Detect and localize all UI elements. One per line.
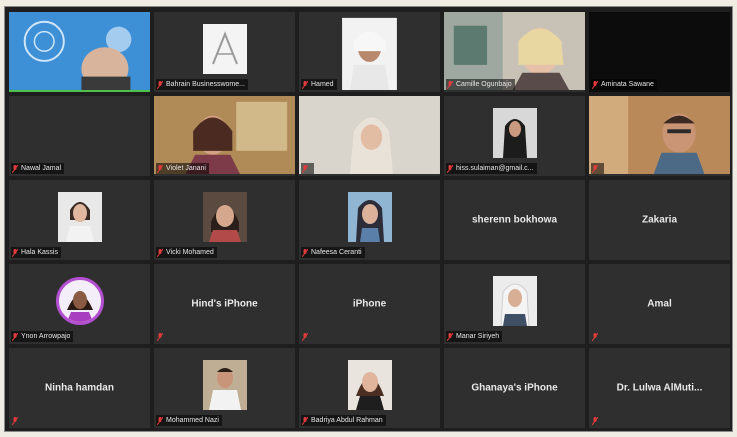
participant-name-label: Hamed <box>301 79 337 90</box>
participant-name-label: Camille Ogunbajo <box>446 79 515 90</box>
participant-tile[interactable]: Nafeesa Ceranti <box>299 180 440 260</box>
muted-mic-icon <box>157 333 163 341</box>
muted-mic-icon <box>447 332 453 341</box>
participant-tile[interactable]: Ninha hamdan <box>9 348 150 428</box>
participant-tile[interactable]: Violet Janani <box>154 96 295 176</box>
participant-name-label: Aminata Sawane <box>591 79 657 90</box>
muted-mic-icon <box>157 80 163 89</box>
participant-video <box>9 12 150 91</box>
muted-mic-icon <box>447 80 453 89</box>
participant-display-name: Hind's iPhone <box>191 298 258 310</box>
muted-mic-icon <box>12 417 18 425</box>
participant-tile[interactable]: Mohammed Nazi <box>154 348 295 428</box>
participant-display-name: Ninha hamdan <box>45 382 114 394</box>
participant-display-name: Zakaria <box>641 214 678 226</box>
muted-mic-icon <box>302 164 308 173</box>
participant-display-name: Ghanaya's iPhone <box>471 382 558 394</box>
participant-name-label: Mohammed Nazi <box>156 415 222 426</box>
participant-tile[interactable] <box>589 96 730 176</box>
muted-mic-icon <box>592 80 598 89</box>
participant-name-label: Vicki Mohamed <box>156 247 217 258</box>
participant-name-label: Violet Janani <box>156 163 209 174</box>
participant-name-label: Nafeesa Ceranti <box>301 247 365 258</box>
participant-tile[interactable]: sherenn bokhowa <box>444 180 585 260</box>
profile-photo <box>202 359 247 410</box>
profile-photo <box>492 107 537 158</box>
muted-mic-icon <box>447 164 453 173</box>
participant-tile[interactable]: Manar Siriyeh <box>444 264 585 344</box>
meeting-window: Bahrain Businesswome... Hamed Camille Og… <box>4 6 733 432</box>
participant-tile[interactable]: iPhone <box>299 264 440 344</box>
muted-mic-icon <box>302 333 308 341</box>
participant-name-label: Nawal Jamal <box>11 163 65 174</box>
participant-tile[interactable]: Dr. Lulwa AlMuti... <box>589 348 730 428</box>
participant-tile[interactable] <box>9 12 150 92</box>
participant-tile[interactable]: Camille Ogunbajo <box>444 12 585 92</box>
participant-tile[interactable]: Hala Kassis <box>9 180 150 260</box>
muted-mic-icon <box>302 80 308 89</box>
muted-mic-icon <box>302 248 308 257</box>
muted-mic-icon <box>12 164 18 173</box>
participant-display-name: iPhone <box>352 298 387 310</box>
participant-name-label: hiss.sulaiman@gmail.c... <box>446 163 537 174</box>
participant-display-name: sherenn bokhowa <box>471 214 557 226</box>
participant-video <box>299 96 440 175</box>
participant-name-label: Hala Kassis <box>11 247 61 258</box>
profile-photo <box>202 23 247 74</box>
profile-photo <box>347 191 392 242</box>
profile-photo <box>347 359 392 410</box>
participant-tile[interactable]: Bahrain Businesswome... <box>154 12 295 92</box>
profile-photo <box>57 191 102 242</box>
participant-tile[interactable]: Aminata Sawane <box>589 12 730 92</box>
participant-tile[interactable]: Hind's iPhone <box>154 264 295 344</box>
participant-tile[interactable] <box>299 96 440 176</box>
participant-tile[interactable]: Vicki Mohamed <box>154 180 295 260</box>
participant-name-label: Manar Siriyeh <box>446 331 503 342</box>
profile-photo <box>55 276 104 325</box>
participant-tile[interactable]: Badriya Abdul Rahman <box>299 348 440 428</box>
profile-photo <box>492 275 537 326</box>
participant-name-label: Ynon Arrowpajo <box>11 331 74 342</box>
participant-tile[interactable]: Amal <box>589 264 730 344</box>
participant-display-name: Amal <box>647 298 672 310</box>
participant-tile[interactable]: Zakaria <box>589 180 730 260</box>
participant-name-label <box>301 163 314 174</box>
muted-mic-icon <box>12 248 18 257</box>
participant-name-label: Badriya Abdul Rahman <box>301 415 386 426</box>
muted-mic-icon <box>302 416 308 425</box>
participant-display-name: Dr. Lulwa AlMuti... <box>616 382 703 394</box>
muted-mic-icon <box>592 333 598 341</box>
participant-tile[interactable]: Ghanaya's iPhone <box>444 348 585 428</box>
participant-tile[interactable]: Nawal Jamal <box>9 96 150 176</box>
muted-mic-icon <box>12 332 18 341</box>
participant-tile[interactable]: Hamed <box>299 12 440 92</box>
participant-tile[interactable]: Ynon Arrowpajo <box>9 264 150 344</box>
muted-mic-icon <box>157 416 163 425</box>
participant-name-label: Bahrain Businesswome... <box>156 79 248 90</box>
profile-photo <box>202 191 247 242</box>
participant-video <box>589 96 730 175</box>
gallery-grid: Bahrain Businesswome... Hamed Camille Og… <box>9 12 730 428</box>
muted-mic-icon <box>157 248 163 257</box>
muted-mic-icon <box>592 417 598 425</box>
participant-name-label <box>591 163 604 174</box>
muted-mic-icon <box>592 164 598 173</box>
participant-tile[interactable]: hiss.sulaiman@gmail.c... <box>444 96 585 176</box>
muted-mic-icon <box>157 164 163 173</box>
